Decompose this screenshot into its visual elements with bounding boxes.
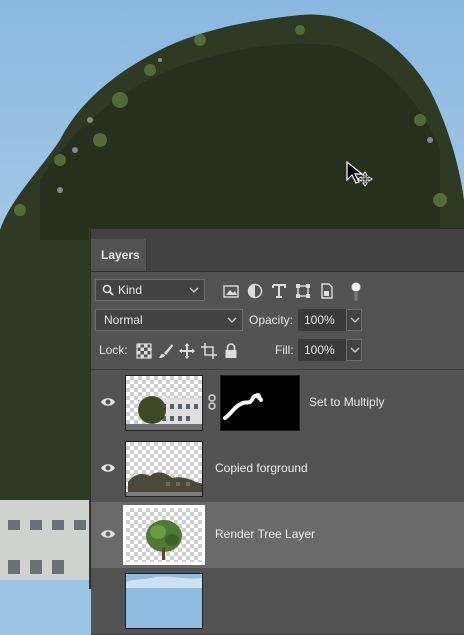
fill-dropdown-button[interactable] — [346, 339, 362, 361]
visibility-eye-icon[interactable] — [100, 395, 116, 409]
lock-image-pixels-icon[interactable] — [157, 342, 175, 360]
filter-toggle-icon[interactable] — [350, 281, 362, 303]
lock-all-icon[interactable] — [222, 342, 240, 360]
layer-mask-thumbnail[interactable] — [220, 375, 300, 431]
filter-kind-label: Kind — [118, 283, 143, 297]
layer-row[interactable]: Set to Multiply — [91, 370, 464, 437]
image-filter-icon[interactable] — [222, 282, 240, 300]
layer-thumbnail[interactable] — [123, 505, 205, 565]
opacity-label: Opacity: — [249, 313, 294, 327]
layers-panel: Layers Kind Normal Opacity: 100% Lock: F… — [90, 228, 464, 635]
filter-row: Kind — [91, 279, 464, 305]
shape-filter-icon[interactable] — [294, 282, 312, 300]
move-cursor-icon — [346, 160, 373, 187]
layer-row[interactable] — [91, 568, 464, 635]
blend-mode-dropdown[interactable]: Normal — [95, 309, 243, 331]
layer-name[interactable]: Render Tree Layer — [215, 527, 315, 541]
opacity-field[interactable]: 100% — [298, 309, 346, 331]
filter-kind-dropdown[interactable]: Kind — [95, 279, 205, 301]
lock-transparent-pixels-icon[interactable] — [135, 342, 153, 360]
adjustment-filter-icon[interactable] — [246, 282, 264, 300]
layer-list: Set to Multiply Copied forground Render … — [91, 369, 464, 635]
visibility-eye-icon[interactable] — [100, 461, 116, 475]
layer-thumbnail[interactable] — [125, 375, 203, 431]
lock-position-icon[interactable] — [178, 342, 196, 360]
layer-row-selected[interactable]: Render Tree Layer — [91, 502, 464, 569]
fill-field[interactable]: 100% — [298, 339, 346, 361]
chevron-down-icon — [227, 317, 237, 323]
visibility-eye-icon[interactable] — [100, 527, 116, 541]
layer-thumbnail[interactable] — [125, 441, 203, 497]
blend-mode-value: Normal — [104, 313, 143, 327]
lock-artboard-icon[interactable] — [200, 342, 218, 360]
chevron-down-icon — [350, 317, 360, 323]
opacity-dropdown-button[interactable] — [346, 309, 362, 331]
layer-thumbnail[interactable] — [125, 573, 203, 629]
panel-tab-bar: Layers — [91, 229, 464, 272]
fill-label: Fill: — [275, 343, 294, 357]
chevron-down-icon — [189, 287, 199, 293]
layer-row[interactable]: Copied forground — [91, 436, 464, 503]
layer-name[interactable]: Copied forground — [215, 461, 308, 475]
blend-row: Normal Opacity: 100% — [91, 309, 464, 333]
layer-name[interactable]: Set to Multiply — [309, 395, 384, 409]
search-icon — [102, 284, 114, 296]
lock-row: Lock: Fill: 100% — [91, 339, 464, 363]
mask-link-icon[interactable] — [207, 394, 217, 410]
lock-label: Lock: — [99, 343, 128, 357]
chevron-down-icon — [350, 347, 360, 353]
type-filter-icon[interactable] — [270, 282, 288, 300]
smart-object-filter-icon[interactable] — [318, 282, 336, 300]
tab-layers[interactable]: Layers — [91, 239, 147, 271]
